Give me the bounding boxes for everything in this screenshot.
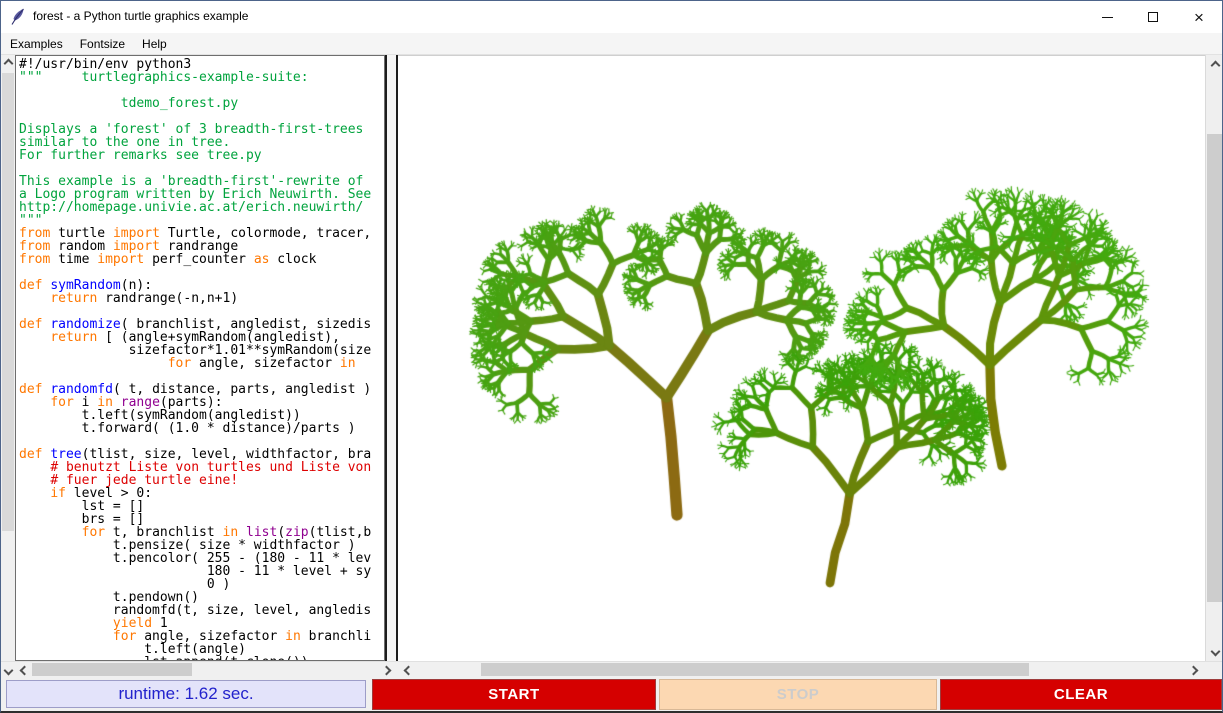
- code-hscroll-thumb[interactable]: [32, 663, 192, 676]
- scroll-up-icon[interactable]: [1211, 60, 1221, 70]
- turtle-canvas[interactable]: [398, 56, 1205, 662]
- app-window: forest - a Python turtle graphics exampl…: [0, 0, 1223, 713]
- clear-button[interactable]: CLEAR: [940, 679, 1222, 710]
- scroll-down-icon[interactable]: [1211, 646, 1221, 656]
- scrollbar-row: [1, 661, 1223, 677]
- maximize-button[interactable]: [1130, 1, 1176, 33]
- pane-divider: [385, 55, 398, 661]
- canvas-hscroll-thumb[interactable]: [481, 663, 1029, 676]
- code-text: #!/usr/bin/env python3""" turtlegraphics…: [16, 56, 384, 661]
- stop-button[interactable]: STOP: [659, 679, 937, 710]
- scroll-right-icon[interactable]: [1188, 665, 1198, 675]
- menu-examples[interactable]: Examples: [2, 35, 71, 53]
- canvas-pane[interactable]: [398, 55, 1205, 661]
- menu-help[interactable]: Help: [134, 35, 175, 53]
- close-button[interactable]: ×: [1176, 1, 1222, 33]
- code-vscroll-thumb[interactable]: [2, 73, 14, 531]
- minimize-icon: [1102, 17, 1113, 18]
- canvas-vertical-scrollbar[interactable]: [1205, 55, 1223, 661]
- feather-icon: [10, 8, 26, 26]
- scroll-up-icon[interactable]: [3, 58, 13, 68]
- main-area: #!/usr/bin/env python3""" turtlegraphics…: [1, 55, 1223, 661]
- menubar: Examples Fontsize Help: [1, 33, 1222, 55]
- menu-fontsize[interactable]: Fontsize: [72, 35, 133, 53]
- code-editor[interactable]: #!/usr/bin/env python3""" turtlegraphics…: [15, 55, 385, 661]
- scroll-left-icon[interactable]: [19, 665, 29, 675]
- start-button[interactable]: START: [372, 679, 656, 710]
- canvas-vscroll-thumb[interactable]: [1207, 134, 1223, 602]
- code-vertical-scrollbar[interactable]: [1, 55, 15, 661]
- maximize-icon: [1148, 12, 1158, 22]
- close-icon: ×: [1194, 9, 1204, 26]
- minimize-button[interactable]: [1084, 1, 1130, 33]
- scroll-left-icon[interactable]: [403, 665, 413, 675]
- scroll-down-icon[interactable]: [3, 665, 13, 675]
- runtime-label: runtime: 1.62 sec.: [6, 680, 366, 708]
- scroll-right-icon[interactable]: [381, 665, 391, 675]
- titlebar[interactable]: forest - a Python turtle graphics exampl…: [1, 1, 1222, 33]
- bottom-bar: runtime: 1.62 sec. START STOP CLEAR: [1, 677, 1223, 712]
- window-title: forest - a Python turtle graphics exampl…: [33, 9, 248, 23]
